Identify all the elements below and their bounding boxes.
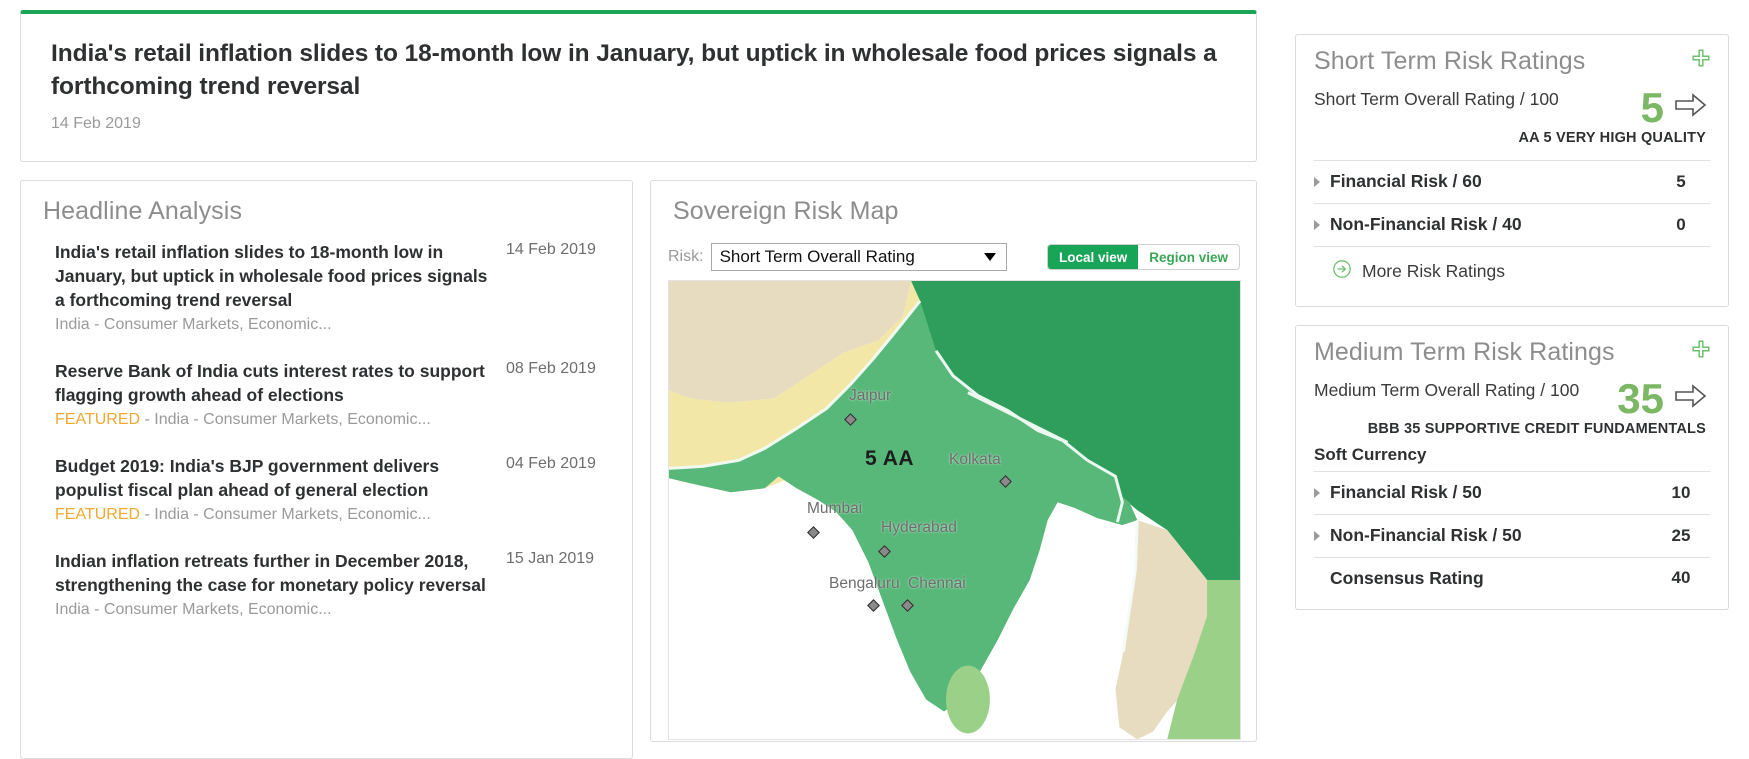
list-item[interactable]: Reserve Bank of India cuts interest rate… [55, 359, 614, 432]
medium-term-nonfinancial-risk-row[interactable]: Non-Financial Risk / 50 25 [1314, 513, 1710, 557]
local-view-button[interactable]: Local view [1047, 245, 1139, 269]
headline-date: 04 Feb 2019 [506, 455, 596, 473]
medium-term-overall-score: 35 [1617, 374, 1664, 422]
medium-term-risk-card: Medium Term Risk Ratings Medium Term Ove… [1295, 324, 1729, 610]
featured-badge: FEATURED [55, 506, 141, 524]
city-label-jaipur: Jaipur [849, 387, 892, 404]
more-risk-ratings-link[interactable]: More Risk Ratings [1314, 245, 1710, 296]
headline-meta: FEATURED - India - Consumer Markets, Eco… [55, 504, 492, 527]
sovereign-risk-map-title: Sovereign Risk Map [673, 197, 899, 225]
headline-meta-text: - India - Consumer Markets, Economic... [140, 506, 431, 524]
more-risk-ratings-label: More Risk Ratings [1362, 260, 1505, 281]
map-graphic [669, 281, 1240, 739]
featured-badge: FEATURED [55, 411, 141, 429]
chevron-right-icon[interactable] [1314, 530, 1320, 541]
sovereign-risk-map-panel: Sovereign Risk Map Risk: Short Term Over… [650, 180, 1257, 742]
chevron-right-icon[interactable] [1314, 487, 1320, 498]
headline-meta: India - Consumer Markets, Economic... [55, 314, 492, 337]
right-rail: Short Term Risk Ratings Short Term Overa… [1295, 34, 1729, 628]
risk-row-value: 0 [1676, 214, 1686, 234]
headline-meta: India - Consumer Markets, Economic... [55, 599, 492, 622]
chevron-down-icon [983, 253, 996, 261]
short-term-risk-card: Short Term Risk Ratings Short Term Overa… [1295, 34, 1729, 307]
chevron-right-icon[interactable] [1314, 219, 1320, 230]
risk-row-value: 10 [1671, 482, 1691, 502]
map-view-toggle[interactable]: Local view Region view [1046, 244, 1240, 270]
arrow-right-icon[interactable] [1674, 383, 1708, 414]
risk-select[interactable]: Short Term Overall Rating [710, 243, 1007, 271]
expand-plus-icon[interactable] [1690, 338, 1712, 365]
headline-meta-text: India - Consumer Markets, Economic... [55, 316, 332, 334]
city-label-chennai: Chennai [908, 575, 966, 592]
headline-date: 14 Feb 2019 [506, 241, 596, 258]
city-label-hyderabad: Hyderabad [881, 519, 957, 536]
risk-row-label: Financial Risk / 50 [1330, 482, 1482, 503]
risk-row-label: Non-Financial Risk / 50 [1330, 525, 1522, 546]
arrow-circle-right-icon [1332, 259, 1352, 284]
hero-headline-card[interactable]: India's retail inflation slides to 18-mo… [20, 10, 1257, 162]
region-view-button[interactable]: Region view [1138, 245, 1239, 269]
region-sri-lanka [946, 665, 990, 734]
consensus-rating-row: Consensus Rating 40 [1314, 556, 1710, 599]
headline-meta: FEATURED - India - Consumer Markets, Eco… [55, 409, 492, 432]
chevron-right-icon[interactable] [1314, 176, 1320, 187]
city-label-mumbai: Mumbai [807, 500, 863, 517]
hero-title[interactable]: India's retail inflation slides to 18-mo… [51, 38, 1226, 103]
headline-list: India's retail inflation slides to 18-mo… [21, 238, 632, 622]
headline-meta-text: - India - Consumer Markets, Economic... [140, 411, 431, 429]
short-term-financial-risk-row[interactable]: Financial Risk / 60 5 [1314, 159, 1710, 203]
map-toolbar: Risk: Short Term Overall Rating Local vi… [651, 238, 1256, 276]
medium-term-financial-risk-row[interactable]: Financial Risk / 50 10 [1314, 470, 1710, 514]
medium-term-grade: BBB 35 SUPPORTIVE CREDIT FUNDAMENTALS [1367, 420, 1706, 437]
short-term-grade: AA 5 VERY HIGH QUALITY [1518, 129, 1706, 146]
short-term-nonfinancial-risk-row[interactable]: Non-Financial Risk / 40 0 [1314, 202, 1710, 246]
medium-term-title: Medium Term Risk Ratings [1314, 337, 1615, 366]
list-item[interactable]: Budget 2019: India's BJP government deli… [55, 454, 614, 527]
expand-plus-icon[interactable] [1690, 47, 1712, 74]
headline-title[interactable]: Indian inflation retreats further in Dec… [55, 549, 492, 597]
short-term-overall-label: Short Term Overall Rating / 100 [1314, 89, 1559, 109]
headline-date: 08 Feb 2019 [506, 360, 596, 378]
short-term-title: Short Term Risk Ratings [1314, 47, 1586, 75]
medium-term-currency: Soft Currency [1314, 444, 1427, 464]
short-term-overall-score: 5 [1640, 84, 1664, 131]
dashboard-page: India's retail inflation slides to 18-mo… [0, 0, 1749, 759]
hero-date: 14 Feb 2019 [51, 115, 141, 133]
headline-title[interactable]: India's retail inflation slides to 18-mo… [55, 240, 492, 312]
consensus-rating-value: 40 [1671, 568, 1691, 588]
risk-row-label: Financial Risk / 60 [1330, 171, 1482, 192]
city-label-kolkata: Kolkata [949, 451, 1001, 468]
risk-row-value: 5 [1676, 171, 1686, 191]
map-rating-overlay: 5 AA [865, 447, 915, 470]
headline-analysis-panel: Headline Analysis India's retail inflati… [20, 180, 633, 759]
arrow-right-icon[interactable] [1674, 92, 1708, 123]
headline-analysis-title: Headline Analysis [43, 197, 243, 225]
medium-term-overall-label: Medium Term Overall Rating / 100 [1314, 379, 1580, 400]
risk-row-value: 25 [1671, 525, 1691, 545]
risk-row-label: Non-Financial Risk / 40 [1330, 214, 1522, 235]
consensus-rating-label: Consensus Rating [1330, 567, 1484, 588]
headline-title[interactable]: Budget 2019: India's BJP government deli… [55, 454, 492, 502]
list-item[interactable]: India's retail inflation slides to 18-mo… [55, 240, 614, 337]
risk-select-value: Short Term Overall Rating [719, 247, 915, 266]
headline-meta-text: India - Consumer Markets, Economic... [55, 601, 332, 619]
list-item[interactable]: Indian inflation retreats further in Dec… [55, 549, 614, 622]
map-canvas[interactable]: 5 AA Jaipur Kolkata Mumbai Hyderabad Ben… [668, 280, 1241, 740]
headline-title[interactable]: Reserve Bank of India cuts interest rate… [55, 359, 492, 407]
city-label-bengaluru: Bengaluru [829, 575, 900, 592]
risk-select-label: Risk: [668, 248, 704, 265]
headline-date: 15 Jan 2019 [506, 550, 595, 568]
